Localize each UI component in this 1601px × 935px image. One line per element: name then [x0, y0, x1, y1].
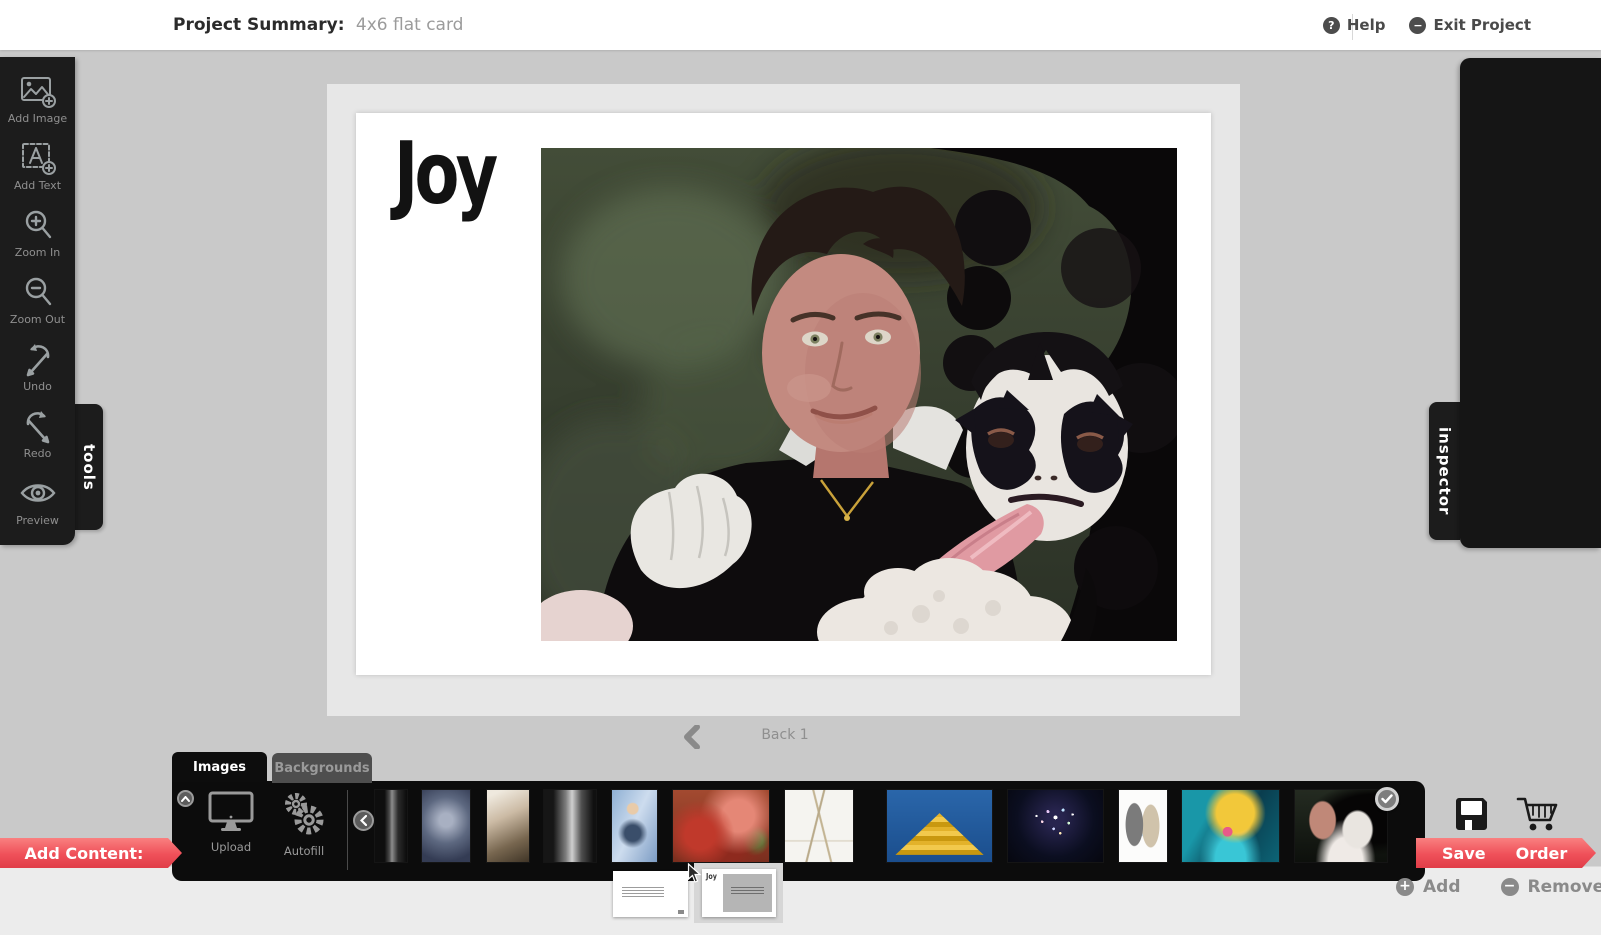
- preview-eye-icon: [18, 474, 58, 512]
- inspector-tab[interactable]: inspector: [1429, 402, 1460, 540]
- page-front-text-lines: [622, 887, 664, 898]
- page-thumbnail-front[interactable]: [613, 871, 688, 917]
- exit-project-button[interactable]: − Exit Project: [1409, 16, 1531, 34]
- inspector-panel: [1460, 58, 1601, 548]
- prev-page-chevron[interactable]: [683, 725, 700, 753]
- autofill-label: Autofill: [272, 844, 336, 858]
- zoom-in-label: Zoom In: [15, 246, 60, 259]
- tools-tab[interactable]: tools: [75, 404, 103, 530]
- tools-panel: Add Image Add Text Zoom In: [0, 57, 75, 545]
- tools-tab-label: tools: [80, 444, 98, 491]
- add-text-icon: [19, 139, 57, 177]
- thumbnail-step-ladder[interactable]: [785, 790, 853, 862]
- mouse-cursor: [687, 863, 702, 888]
- zoom-in-icon: [21, 206, 55, 244]
- add-page-button[interactable]: + Add: [1396, 877, 1461, 897]
- top-bar: Project Summary: 4x6 flat card ? Help − …: [0, 0, 1601, 50]
- thumbnail-bw-man-back[interactable]: [544, 790, 596, 862]
- page-thumbnail-back-1[interactable]: Joy: [702, 869, 776, 917]
- redo-label: Redo: [24, 447, 52, 460]
- page-front-corner-mark: [678, 910, 684, 914]
- tab-images-label: Images: [193, 760, 246, 775]
- card-editor-app: Project Summary: 4x6 flat card ? Help − …: [0, 0, 1601, 935]
- tab-backgrounds[interactable]: Backgrounds: [272, 753, 372, 783]
- project-summary-label: Project Summary:: [173, 15, 345, 35]
- thumbnail-blue-tinted-portrait[interactable]: [422, 790, 470, 862]
- add-content-label: Add Content:: [25, 844, 144, 863]
- undo-icon: [19, 340, 57, 378]
- selected-check-icon: [1375, 787, 1399, 811]
- upload-button[interactable]: Upload: [199, 791, 263, 854]
- save-floppy-icon[interactable]: [1452, 795, 1490, 837]
- save-order-ribbon: Save Order: [1416, 838, 1596, 868]
- undo-button[interactable]: Undo: [0, 333, 75, 400]
- help-button[interactable]: ? Help: [1323, 16, 1386, 34]
- thumbnail-gold-bars[interactable]: [887, 790, 992, 862]
- thumbnail-boy-waving[interactable]: [612, 790, 657, 862]
- thumbnail-meat-platter[interactable]: [673, 790, 769, 862]
- undo-label: Undo: [23, 380, 52, 393]
- pages-actions: + Add − Remove: [1396, 877, 1601, 897]
- thumbnail-fireworks[interactable]: [1008, 790, 1103, 862]
- card-canvas[interactable]: Joy: [356, 113, 1211, 675]
- exit-icon: −: [1409, 17, 1426, 34]
- card-photo[interactable]: [541, 148, 1177, 641]
- thumbnail-pop-art-blonde[interactable]: [1182, 790, 1279, 862]
- panel-divider: [347, 790, 348, 870]
- page-back-title-mini: Joy: [706, 872, 717, 881]
- upload-label: Upload: [199, 840, 263, 854]
- thumbnail-kiss-card-photo[interactable]: [1295, 790, 1387, 862]
- card-title-text[interactable]: Joy: [394, 131, 494, 217]
- scroll-left-button[interactable]: [353, 810, 374, 831]
- help-icon: ?: [1323, 17, 1340, 34]
- autofill-button[interactable]: Autofill: [272, 791, 336, 858]
- tab-images[interactable]: Images: [172, 752, 267, 782]
- upload-monitor-icon: [207, 791, 255, 833]
- preview-button[interactable]: Preview: [0, 467, 75, 534]
- autofill-gears-icon: [279, 791, 329, 837]
- add-image-label: Add Image: [8, 112, 67, 125]
- save-button[interactable]: Save: [1442, 844, 1486, 863]
- project-summary-value: 4x6 flat card: [356, 15, 464, 35]
- exit-project-label: Exit Project: [1433, 16, 1531, 34]
- remove-page-button[interactable]: − Remove: [1501, 877, 1601, 897]
- thumbnail-water-cooler-couple[interactable]: [1119, 790, 1167, 862]
- zoom-out-icon: [21, 273, 55, 311]
- add-page-label: Add: [1423, 877, 1461, 897]
- redo-icon: [19, 407, 57, 445]
- zoom-out-button[interactable]: Zoom Out: [0, 266, 75, 333]
- add-text-button[interactable]: Add Text: [0, 132, 75, 199]
- tab-backgrounds-label: Backgrounds: [274, 761, 369, 776]
- page-nav-label: Back 1: [730, 727, 840, 743]
- add-content-ribbon: Add Content:: [0, 838, 182, 868]
- remove-page-label: Remove: [1528, 877, 1601, 897]
- order-cart-icon[interactable]: [1516, 794, 1560, 838]
- redo-button[interactable]: Redo: [0, 400, 75, 467]
- zoom-out-label: Zoom Out: [10, 313, 65, 326]
- thumbnail-bw-figure-sliver[interactable]: [375, 790, 407, 862]
- zoom-in-button[interactable]: Zoom In: [0, 199, 75, 266]
- add-image-icon: [19, 72, 57, 110]
- thumbnail-sepia-photo[interactable]: [487, 790, 529, 862]
- preview-label: Preview: [16, 514, 59, 527]
- order-button[interactable]: Order: [1516, 844, 1568, 863]
- page-back-image-lines: [731, 887, 764, 896]
- add-image-button[interactable]: Add Image: [0, 65, 75, 132]
- remove-page-icon: −: [1501, 878, 1519, 896]
- project-summary: Project Summary: 4x6 flat card: [173, 0, 463, 50]
- add-text-label: Add Text: [14, 179, 61, 192]
- content-panel: Upload Autofill: [172, 781, 1425, 881]
- page-back-image-block: [723, 874, 772, 912]
- scroll-up-button[interactable]: [177, 790, 194, 807]
- inspector-tab-label: inspector: [1436, 427, 1454, 515]
- add-page-icon: +: [1396, 878, 1414, 896]
- help-label: Help: [1347, 16, 1386, 34]
